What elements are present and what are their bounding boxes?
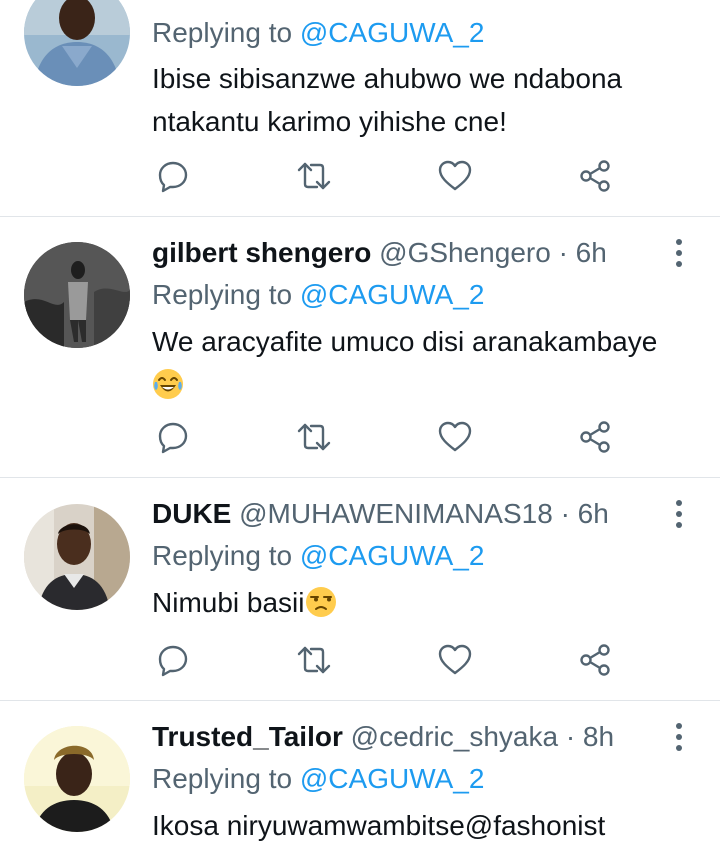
retweet-button[interactable] xyxy=(296,642,332,678)
display-name[interactable]: DUKE xyxy=(152,498,231,529)
more-icon xyxy=(676,239,682,267)
tweet-3[interactable]: Trusted_Tailor @cedric_shyaka · 8h Reply… xyxy=(0,701,720,842)
tweet-2[interactable]: DUKE @MUHAWENIMANAS18 · 6h Replying to @… xyxy=(0,478,720,700)
tweet-header: gilbert shengero @GShengero · 6h xyxy=(152,235,607,271)
share-button[interactable] xyxy=(578,642,614,678)
tweet-text: We aracyafite umuco disi aranakambaye xyxy=(152,326,658,357)
tweet-text-block: We aracyafite umuco disi aranakambaye xyxy=(152,320,708,406)
user-handle[interactable]: @cedric_shyaka xyxy=(351,721,558,752)
like-button[interactable] xyxy=(437,158,473,194)
replying-to: Replying to @CAGUWA_2 xyxy=(152,761,484,797)
user-handle[interactable]: @GShengero xyxy=(379,237,551,268)
reply-icon xyxy=(158,645,188,677)
more-icon xyxy=(676,723,682,751)
replying-handle-link[interactable]: @CAGUWA_2 xyxy=(300,540,485,571)
tweet-header: Trusted_Tailor @cedric_shyaka · 8h xyxy=(152,719,614,755)
replying-prefix: Replying to xyxy=(152,17,300,48)
tweet-1[interactable]: gilbert shengero @GShengero · 6h Replyin… xyxy=(0,217,720,477)
unamused-face-icon xyxy=(305,587,336,617)
avatar[interactable] xyxy=(24,726,130,832)
reply-icon xyxy=(158,161,188,193)
reply-button[interactable] xyxy=(155,419,191,455)
replying-to: Replying to @CAGUWA_2 xyxy=(152,277,484,313)
retweet-button[interactable] xyxy=(296,158,332,194)
replying-prefix: Replying to xyxy=(152,763,300,794)
share-button[interactable] xyxy=(578,419,614,455)
heart-icon xyxy=(438,421,472,452)
retweet-button[interactable] xyxy=(296,419,332,455)
more-options-button[interactable] xyxy=(673,721,685,753)
more-options-button[interactable] xyxy=(673,498,685,530)
replying-handle-link[interactable]: @CAGUWA_2 xyxy=(300,279,485,310)
like-button[interactable] xyxy=(437,419,473,455)
share-icon xyxy=(580,160,610,192)
tweet-text: Nimubi basii xyxy=(152,587,305,618)
retweet-icon xyxy=(297,162,331,190)
user-handle[interactable]: @MUHAWENIMANAS18 xyxy=(239,498,553,529)
more-options-button[interactable] xyxy=(673,237,685,269)
retweet-icon xyxy=(297,646,331,674)
tweet-text-block: Nimubi basii xyxy=(152,581,708,624)
display-name[interactable]: Trusted_Tailor xyxy=(152,721,343,752)
timestamp[interactable]: · 6h xyxy=(561,498,609,529)
avatar[interactable] xyxy=(24,0,130,86)
like-button[interactable] xyxy=(437,642,473,678)
timestamp[interactable]: · 8h xyxy=(566,721,614,752)
replying-handle-link[interactable]: @CAGUWA_2 xyxy=(300,763,485,794)
heart-icon xyxy=(438,644,472,675)
reply-icon xyxy=(158,422,188,454)
replying-to: Replying to @CAGUWA_2 xyxy=(152,538,484,574)
tweet-0[interactable]: Replying to @CAGUWA_2 Ibise sibisanzwe a… xyxy=(0,0,720,216)
reply-button[interactable] xyxy=(155,642,191,678)
share-icon xyxy=(580,644,610,676)
tweet-text: Ibise sibisanzwe ahubwo we ndabona ntaka… xyxy=(152,63,623,137)
replying-prefix: Replying to xyxy=(152,279,300,310)
more-icon xyxy=(676,500,682,528)
display-name[interactable]: gilbert shengero xyxy=(152,237,371,268)
share-button[interactable] xyxy=(578,158,614,194)
retweet-icon xyxy=(297,423,331,451)
face-with-tears-of-joy-icon xyxy=(153,369,183,399)
share-icon xyxy=(580,421,610,453)
reply-button[interactable] xyxy=(155,158,191,194)
heart-icon xyxy=(438,160,472,191)
timestamp[interactable]: · 6h xyxy=(559,237,607,268)
tweet-header: DUKE @MUHAWENIMANAS18 · 6h xyxy=(152,496,609,532)
replying-handle-link[interactable]: @CAGUWA_2 xyxy=(300,17,485,48)
replying-prefix: Replying to xyxy=(152,540,300,571)
tweet-text: Ikosa niryuwamwambitse@fashonist xyxy=(152,810,606,841)
avatar[interactable] xyxy=(24,504,130,610)
avatar[interactable] xyxy=(24,242,130,348)
replying-to: Replying to @CAGUWA_2 xyxy=(152,15,484,51)
